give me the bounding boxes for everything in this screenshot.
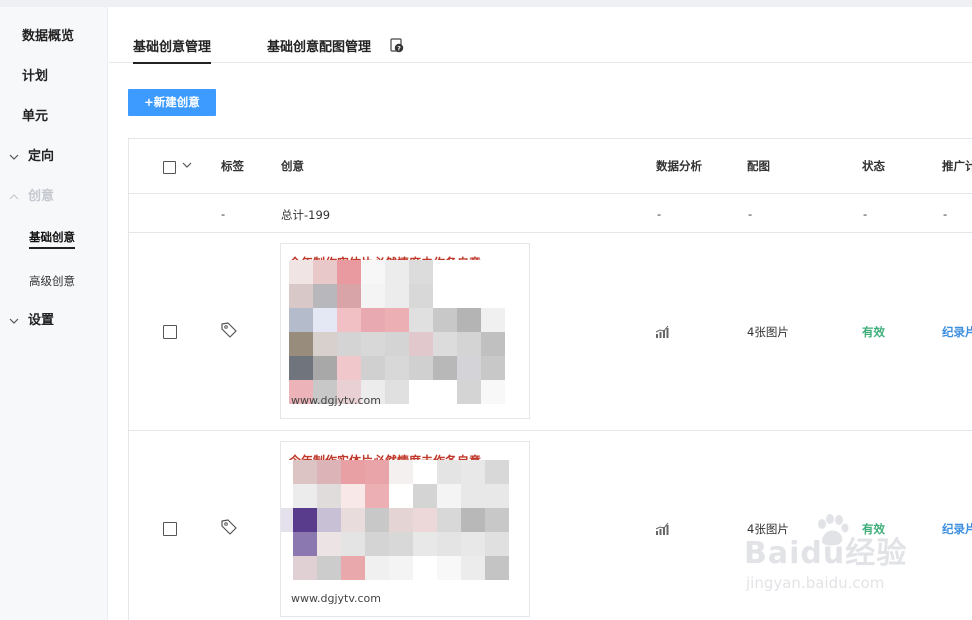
sidebar-subitem-advanced-creative[interactable]: 高级创意 bbox=[0, 269, 108, 293]
column-header-status: 状态 bbox=[862, 159, 885, 173]
total-analysis: - bbox=[657, 207, 662, 221]
total-image: - bbox=[748, 207, 753, 221]
creative-preview[interactable]: 今年制作实体片必然情度未作各自意 www.dgjytv.com bbox=[280, 441, 530, 617]
total-tag: - bbox=[221, 207, 226, 221]
sidebar-item-label: 定向 bbox=[28, 149, 55, 164]
total-promo: - bbox=[943, 207, 948, 221]
creative-preview[interactable]: 今年制作实体片必然情度未作各自意 www.dgjytv.com bbox=[280, 243, 530, 419]
chart-icon[interactable] bbox=[655, 522, 669, 536]
blurred-image-mosaic bbox=[281, 460, 509, 580]
promo-link[interactable]: 纪录片 bbox=[942, 521, 972, 537]
column-header-analysis: 数据分析 bbox=[656, 159, 702, 173]
column-header-image: 配图 bbox=[747, 159, 770, 173]
tag-icon[interactable] bbox=[220, 321, 238, 339]
table-header: 标签 创意 数据分析 配图 状态 推广计 bbox=[129, 139, 972, 194]
column-header-promo: 推广计 bbox=[942, 159, 972, 173]
blurred-image-mosaic bbox=[289, 260, 505, 404]
sidebar-item-label: 单元 bbox=[22, 109, 49, 124]
help-doc-icon[interactable]: ? bbox=[390, 38, 404, 53]
svg-text:?: ? bbox=[397, 45, 401, 53]
sidebar-item-targeting[interactable]: 定向 bbox=[0, 144, 108, 170]
creative-url: www.dgjytv.com bbox=[291, 592, 381, 605]
new-creative-button[interactable]: +新建创意 bbox=[128, 89, 216, 116]
chevron-down-icon bbox=[9, 154, 19, 160]
chevron-down-icon bbox=[9, 318, 19, 324]
sidebar-item-label: 基础创意 bbox=[29, 227, 75, 249]
creative-url: www.dgjytv.com bbox=[291, 394, 381, 407]
tab-bar: 基础创意管理 基础创意配图管理 ? bbox=[109, 7, 972, 64]
status-badge: 有效 bbox=[862, 325, 885, 339]
sidebar-item-label: 高级创意 bbox=[29, 274, 75, 288]
sidebar-item-settings[interactable]: 设置 bbox=[0, 308, 108, 334]
table-row: 今年制作实体片必然情度未作各自意 www.dgjytv.com 4张图片 bbox=[129, 233, 972, 431]
column-header-tag: 标签 bbox=[221, 159, 244, 173]
sidebar-item-overview[interactable]: 数据概览 bbox=[0, 24, 108, 50]
baidu-watermark: Baidu经验 jingyan.baidu.com bbox=[744, 510, 924, 600]
sidebar-item-label: 创意 bbox=[28, 189, 55, 204]
column-header-creative: 创意 bbox=[281, 159, 304, 173]
tag-icon[interactable] bbox=[220, 518, 238, 536]
row-checkbox[interactable] bbox=[163, 522, 177, 536]
sidebar-item-plan[interactable]: 计划 bbox=[0, 64, 108, 90]
chevron-down-icon[interactable] bbox=[181, 159, 193, 171]
watermark-url: jingyan.baidu.com bbox=[746, 574, 885, 592]
row-checkbox[interactable] bbox=[163, 325, 177, 339]
sidebar-item-unit[interactable]: 单元 bbox=[0, 104, 108, 130]
table-row-total: - 总计-199 - - - - bbox=[129, 194, 972, 233]
select-all-checkbox[interactable] bbox=[163, 161, 176, 174]
sidebar-item-label: 数据概览 bbox=[22, 29, 75, 44]
sidebar-subitem-basic-creative[interactable]: 基础创意 bbox=[0, 227, 108, 251]
row-image-count: 4张图片 bbox=[747, 325, 789, 339]
sidebar-item-creative[interactable]: 创意 bbox=[0, 184, 108, 210]
total-status: - bbox=[863, 207, 868, 221]
sidebar-item-label: 计划 bbox=[22, 69, 49, 84]
chevron-up-icon bbox=[9, 194, 19, 200]
chart-icon[interactable] bbox=[655, 325, 669, 339]
promo-link[interactable]: 纪录片 bbox=[942, 324, 972, 340]
tab-basic-creative[interactable]: 基础创意管理 bbox=[133, 36, 212, 64]
tab-creative-image[interactable]: 基础创意配图管理 bbox=[267, 36, 371, 55]
watermark-brand: Baidu经验 bbox=[744, 536, 908, 571]
top-strip bbox=[0, 0, 972, 7]
sidebar: 数据概览 计划 单元 定向 创意 基础创意 高级创意 设置 bbox=[0, 7, 108, 620]
total-creative: 总计-199 bbox=[281, 208, 331, 222]
sidebar-item-label: 设置 bbox=[28, 313, 55, 328]
